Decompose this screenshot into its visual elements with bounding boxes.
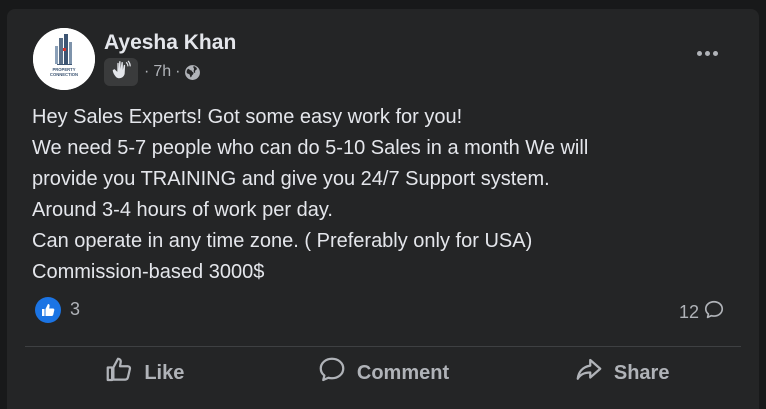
more-options-button[interactable] bbox=[687, 37, 727, 69]
post-meta: · 7h · bbox=[104, 58, 201, 86]
author-avatar[interactable]: PROPERTY CONNECTION bbox=[33, 28, 95, 90]
thumbs-up-icon bbox=[104, 355, 134, 391]
waving-hand-icon bbox=[110, 59, 132, 86]
comment-bubble-icon bbox=[703, 299, 725, 326]
globe-icon[interactable] bbox=[184, 64, 201, 81]
comment-button-label: Comment bbox=[356, 361, 450, 384]
share-button[interactable]: Share bbox=[502, 353, 741, 393]
post-body-line: We need 5-7 people who can do 5-10 Sales… bbox=[32, 137, 589, 159]
post-body-line: Hey Sales Experts! Got some easy work fo… bbox=[32, 106, 463, 128]
divider bbox=[25, 346, 741, 347]
comment-count[interactable]: 12 bbox=[679, 299, 725, 326]
meta-separator-2: · bbox=[175, 63, 181, 80]
post-body: Hey Sales Experts! Got some easy work fo… bbox=[32, 102, 732, 288]
property-connection-logo: PROPERTY CONNECTION bbox=[33, 28, 95, 90]
reaction-count[interactable]: 3 bbox=[70, 299, 80, 320]
post-body-line: Around 3-4 hours of work per day. bbox=[32, 199, 333, 221]
audience-badge[interactable] bbox=[104, 58, 138, 86]
dot-icon bbox=[696, 50, 702, 56]
comment-icon bbox=[317, 355, 347, 391]
post-actions: Like Comment Share bbox=[25, 353, 741, 393]
svg-text:CONNECTION: CONNECTION bbox=[50, 72, 78, 77]
share-arrow-icon bbox=[574, 355, 604, 391]
comment-count-value: 12 bbox=[679, 302, 700, 322]
post-body-line: Can operate in any time zone. ( Preferab… bbox=[32, 230, 533, 252]
post-card: PROPERTY CONNECTION Ayesha Khan · 7h · H… bbox=[7, 9, 759, 409]
dot-icon bbox=[704, 50, 710, 56]
like-button-label: Like bbox=[144, 361, 185, 384]
like-button[interactable]: Like bbox=[25, 353, 264, 393]
dot-icon bbox=[712, 50, 718, 56]
post-timestamp[interactable]: 7h bbox=[153, 63, 171, 81]
meta-separator: · bbox=[144, 63, 150, 80]
like-reaction-icon[interactable] bbox=[35, 297, 61, 323]
share-button-label: Share bbox=[613, 361, 670, 384]
post-body-line: provide you TRAINING and give you 24/7 S… bbox=[32, 168, 550, 190]
author-name[interactable]: Ayesha Khan bbox=[104, 31, 236, 55]
comment-button[interactable]: Comment bbox=[264, 353, 503, 393]
post-body-line: Commission-based 3000$ bbox=[32, 261, 265, 283]
